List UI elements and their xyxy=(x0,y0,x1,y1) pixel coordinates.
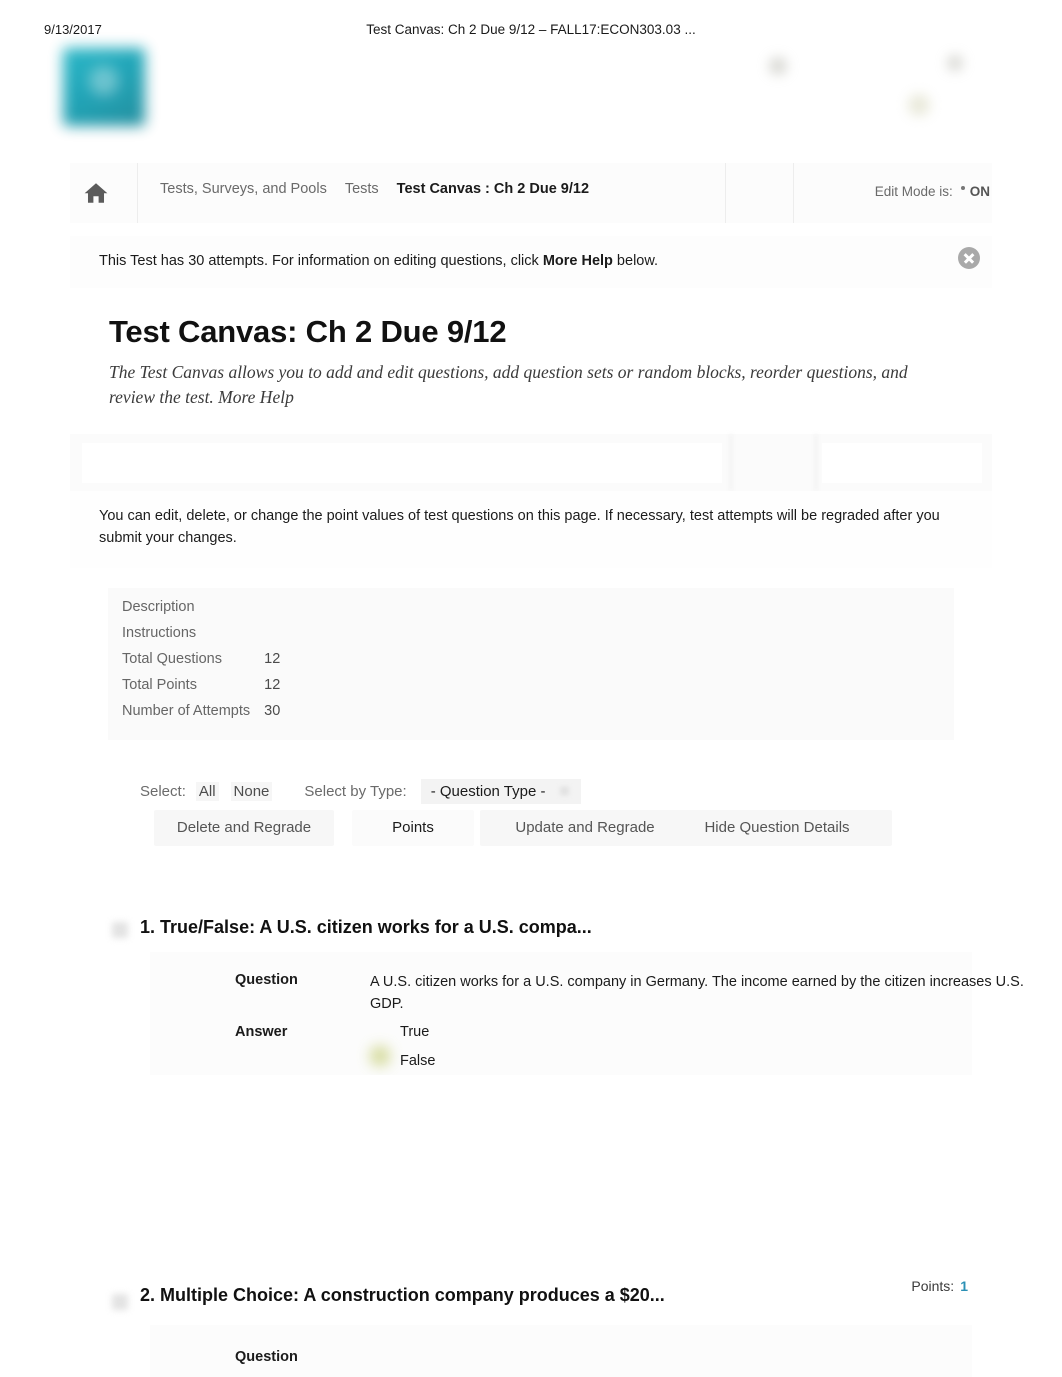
title-panel: Test Canvas: Ch 2 Due 9/12 The Test Canv… xyxy=(70,288,992,430)
breadcrumb-item-current: Test Canvas : Ch 2 Due 9/12 xyxy=(396,181,590,197)
chevron-down-icon xyxy=(560,786,570,796)
question-label-1: Question xyxy=(235,972,298,988)
hide-question-details-button[interactable]: Hide Question Details xyxy=(662,810,892,846)
test-info-table: Description Instructions Total Questions… xyxy=(122,600,280,730)
notice-text-after: below. xyxy=(612,253,659,269)
question-type-select[interactable]: - Question Type - xyxy=(420,778,582,804)
answer-label-1: Answer xyxy=(235,1024,288,1040)
close-icon[interactable] xyxy=(958,247,980,269)
action-strip-divider-1 xyxy=(730,434,732,491)
instruction-panel: You can edit, delete, or change the poin… xyxy=(70,491,992,568)
breadcrumb-item-tests-surveys-pools[interactable]: Tests, Surveys, and Pools xyxy=(160,181,327,197)
question-number-2: 2. xyxy=(140,1285,156,1305)
header-icon-two[interactable] xyxy=(947,55,963,71)
question-text-1: A U.S. citizen works for a U.S. company … xyxy=(370,974,1024,1012)
question-detail-2: Question xyxy=(150,1325,972,1377)
table-row: Total Points 12 xyxy=(122,678,280,704)
info-label-instructions: Instructions xyxy=(122,625,197,641)
info-label-description: Description xyxy=(122,599,195,615)
answer-option-true: True xyxy=(400,1024,430,1040)
header-icon-three[interactable] xyxy=(908,94,930,116)
logo-glyph xyxy=(89,65,119,96)
table-row: Total Questions 12 xyxy=(122,652,280,678)
instruction-text: You can edit, delete, or change the poin… xyxy=(99,508,940,546)
delete-and-regrade-button[interactable]: Delete and Regrade xyxy=(154,810,334,846)
points-button[interactable]: Points xyxy=(352,810,474,846)
breadcrumb: Tests, Surveys, and Pools Tests Test Can… xyxy=(160,181,589,197)
question-points-2: Points: 1 xyxy=(911,1278,968,1294)
breadcrumb-divider-3 xyxy=(793,163,794,223)
select-none-link[interactable]: None xyxy=(230,781,273,801)
breadcrumb-divider-1 xyxy=(137,163,138,223)
breadcrumb-divider-2 xyxy=(725,163,726,223)
notice-text-before: This Test has 30 attempts. For informati… xyxy=(99,253,543,269)
info-label-total-questions: Total Questions xyxy=(122,651,222,667)
answer-option-false: False xyxy=(400,1053,436,1069)
edit-mode-indicator: Edit Mode is: ON xyxy=(875,184,990,199)
page-title: Test Canvas: Ch 2 Due 9/12 xyxy=(109,314,507,349)
correct-answer-marker xyxy=(370,1046,390,1066)
breadcrumb-item-tests[interactable]: Tests xyxy=(345,181,379,197)
select-toolbar: Select: All None Select by Type: - Quest… xyxy=(140,772,582,810)
info-value-instructions xyxy=(250,626,280,652)
question-heading-2[interactable]: 2. Multiple Choice: A construction compa… xyxy=(140,1285,665,1306)
page-description: The Test Canvas allows you to add and ed… xyxy=(109,362,908,407)
select-label: Select: xyxy=(140,782,186,800)
info-label-total-points: Total Points xyxy=(122,677,197,693)
points-label-2: Points: xyxy=(911,1278,955,1294)
edit-mode-toggle[interactable]: ON xyxy=(960,184,990,199)
page-break-gap xyxy=(0,1075,1062,1245)
print-header: 9/13/2017 Test Canvas: Ch 2 Due 9/12 – F… xyxy=(0,0,1062,46)
action-strip-divider-2 xyxy=(815,434,817,491)
blackboard-logo[interactable] xyxy=(63,48,145,126)
question-detail-1: Question A U.S. citizen works for a U.S.… xyxy=(150,952,1024,1075)
question-label-2: Question xyxy=(235,1349,298,1365)
table-row: Number of Attempts 30 xyxy=(122,704,280,730)
action-strip-block-right xyxy=(822,443,982,483)
test-info-box: Description Instructions Total Questions… xyxy=(108,588,954,740)
notice-bar: This Test has 30 attempts. For informati… xyxy=(70,236,992,288)
update-and-regrade-button[interactable]: Update and Regrade xyxy=(480,810,690,846)
question-type-select-value: - Question Type - xyxy=(430,782,546,800)
header-icon-one[interactable] xyxy=(769,57,787,75)
select-all-link[interactable]: All xyxy=(195,781,219,801)
home-icon[interactable] xyxy=(83,180,109,206)
action-button-row: Delete and Regrade Points Update and Reg… xyxy=(140,810,900,852)
question-block-2: 2. Multiple Choice: A construction compa… xyxy=(70,1245,992,1377)
print-page-title: Test Canvas: Ch 2 Due 9/12 – FALL17:ECON… xyxy=(366,22,696,37)
question-block-1: 1. True/False: A U.S. citizen works for … xyxy=(70,890,1024,1075)
question-heading-1[interactable]: 1. True/False: A U.S. citizen works for … xyxy=(140,917,592,938)
select-by-type-label: Select by Type: xyxy=(304,782,407,800)
table-row: Description xyxy=(122,600,280,626)
info-value-description xyxy=(250,600,280,626)
points-value-2: 1 xyxy=(960,1278,968,1294)
table-row: Instructions xyxy=(122,626,280,652)
action-strip-block-left xyxy=(82,443,722,483)
info-value-total-questions: 12 xyxy=(264,651,281,667)
notice-more-help-link[interactable]: More Help xyxy=(543,253,613,269)
notice-text: This Test has 30 attempts. For informati… xyxy=(99,253,658,269)
question-checkbox-2[interactable] xyxy=(112,1294,128,1310)
info-label-number-of-attempts: Number of Attempts xyxy=(122,703,251,719)
question-checkbox-1[interactable] xyxy=(112,922,128,938)
action-toolbar-strip[interactable] xyxy=(70,434,992,491)
question-number-1: 1. xyxy=(140,917,156,937)
info-value-total-points: 12 xyxy=(264,677,281,693)
question-title-1: True/False: A U.S. citizen works for a U… xyxy=(160,917,592,937)
info-value-number-of-attempts: 30 xyxy=(264,703,281,719)
question-title-2: Multiple Choice: A construction company … xyxy=(160,1285,665,1305)
edit-mode-label: Edit Mode is: xyxy=(874,184,953,199)
